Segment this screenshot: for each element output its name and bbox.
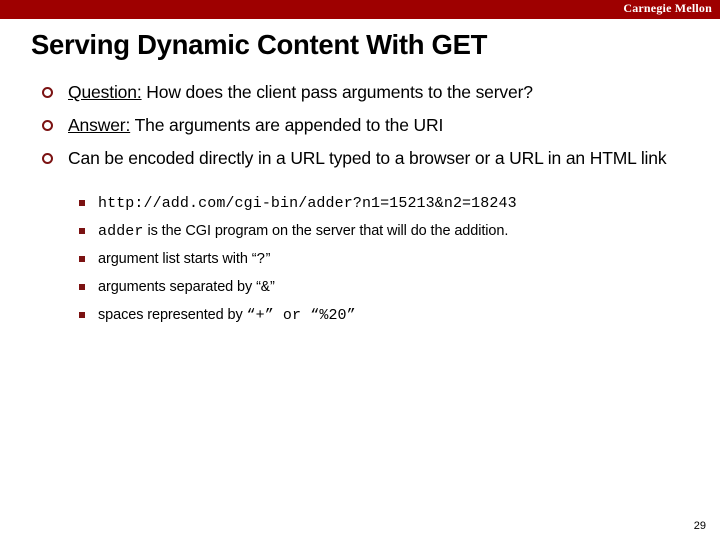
code-span: & [260, 279, 270, 296]
prose-span: ” [269, 279, 275, 295]
list-item: Answer: The arguments are appended to th… [0, 115, 720, 147]
page-number: 29 [693, 520, 706, 532]
square-bullet-icon [79, 312, 85, 318]
prose-span: argument list starts with “ [98, 251, 257, 267]
list-item: Question: How does the client pass argum… [0, 82, 720, 114]
prose-span: is the CGI program on the server that wi… [143, 223, 509, 239]
code-span: http://add.com/cgi-bin/adder?n1=15213&n2… [98, 195, 517, 212]
slide-body: Question: How does the client pass argum… [0, 82, 720, 329]
sub-bullet-list: http://add.com/cgi-bin/adder?n1=15213&n2… [0, 189, 720, 329]
circle-bullet-icon [42, 120, 53, 131]
list-item-rest: The arguments are appended to the URI [130, 115, 444, 135]
sub-list-item: http://add.com/cgi-bin/adder?n1=15213&n2… [0, 189, 720, 217]
sub-list-item: arguments separated by “&” [0, 273, 720, 301]
square-bullet-icon [79, 228, 85, 234]
code-span: ? [256, 251, 266, 268]
sub-list-item-text: spaces represented by “+” or “%20” [98, 307, 356, 324]
sub-list-item-text: adder is the CGI program on the server t… [98, 223, 509, 240]
circle-bullet-icon [42, 87, 53, 98]
code-span: adder [98, 223, 144, 240]
list-item-rest: Can be encoded directly in a URL typed t… [68, 148, 667, 168]
prose-span: spaces represented by [98, 307, 247, 323]
list-item-lead: Question: [68, 82, 142, 102]
code-span: “+” or “%20” [246, 307, 356, 324]
sub-list-item-text: http://add.com/cgi-bin/adder?n1=15213&n2… [98, 195, 517, 212]
sub-list-item-text: argument list starts with “?” [98, 251, 271, 268]
square-bullet-icon [79, 284, 85, 290]
list-item-lead: Answer: [68, 115, 131, 135]
list-item-text: Can be encoded directly in a URL typed t… [68, 148, 720, 169]
sub-list-item: spaces represented by “+” or “%20” [0, 301, 720, 329]
sub-list-item: argument list starts with “?” [0, 245, 720, 273]
prose-span: arguments separated by “ [98, 279, 261, 295]
sub-list-item: adder is the CGI program on the server t… [0, 217, 720, 245]
page-title: Serving Dynamic Content With GET [31, 29, 488, 60]
circle-bullet-icon [42, 153, 53, 164]
list-item-rest: How does the client pass arguments to th… [141, 82, 533, 102]
carnegie-mellon-brand-text: Carnegie Mellon [623, 1, 712, 15]
list-item-text: Answer: The arguments are appended to th… [68, 115, 720, 136]
list-item: Can be encoded directly in a URL typed t… [0, 148, 720, 180]
sub-list-item-text: arguments separated by “&” [98, 279, 275, 296]
prose-span: ” [265, 251, 271, 267]
square-bullet-icon [79, 256, 85, 262]
square-bullet-icon [79, 200, 85, 206]
top-banner: Carnegie Mellon [0, 0, 720, 19]
list-item-text: Question: How does the client pass argum… [68, 82, 720, 103]
